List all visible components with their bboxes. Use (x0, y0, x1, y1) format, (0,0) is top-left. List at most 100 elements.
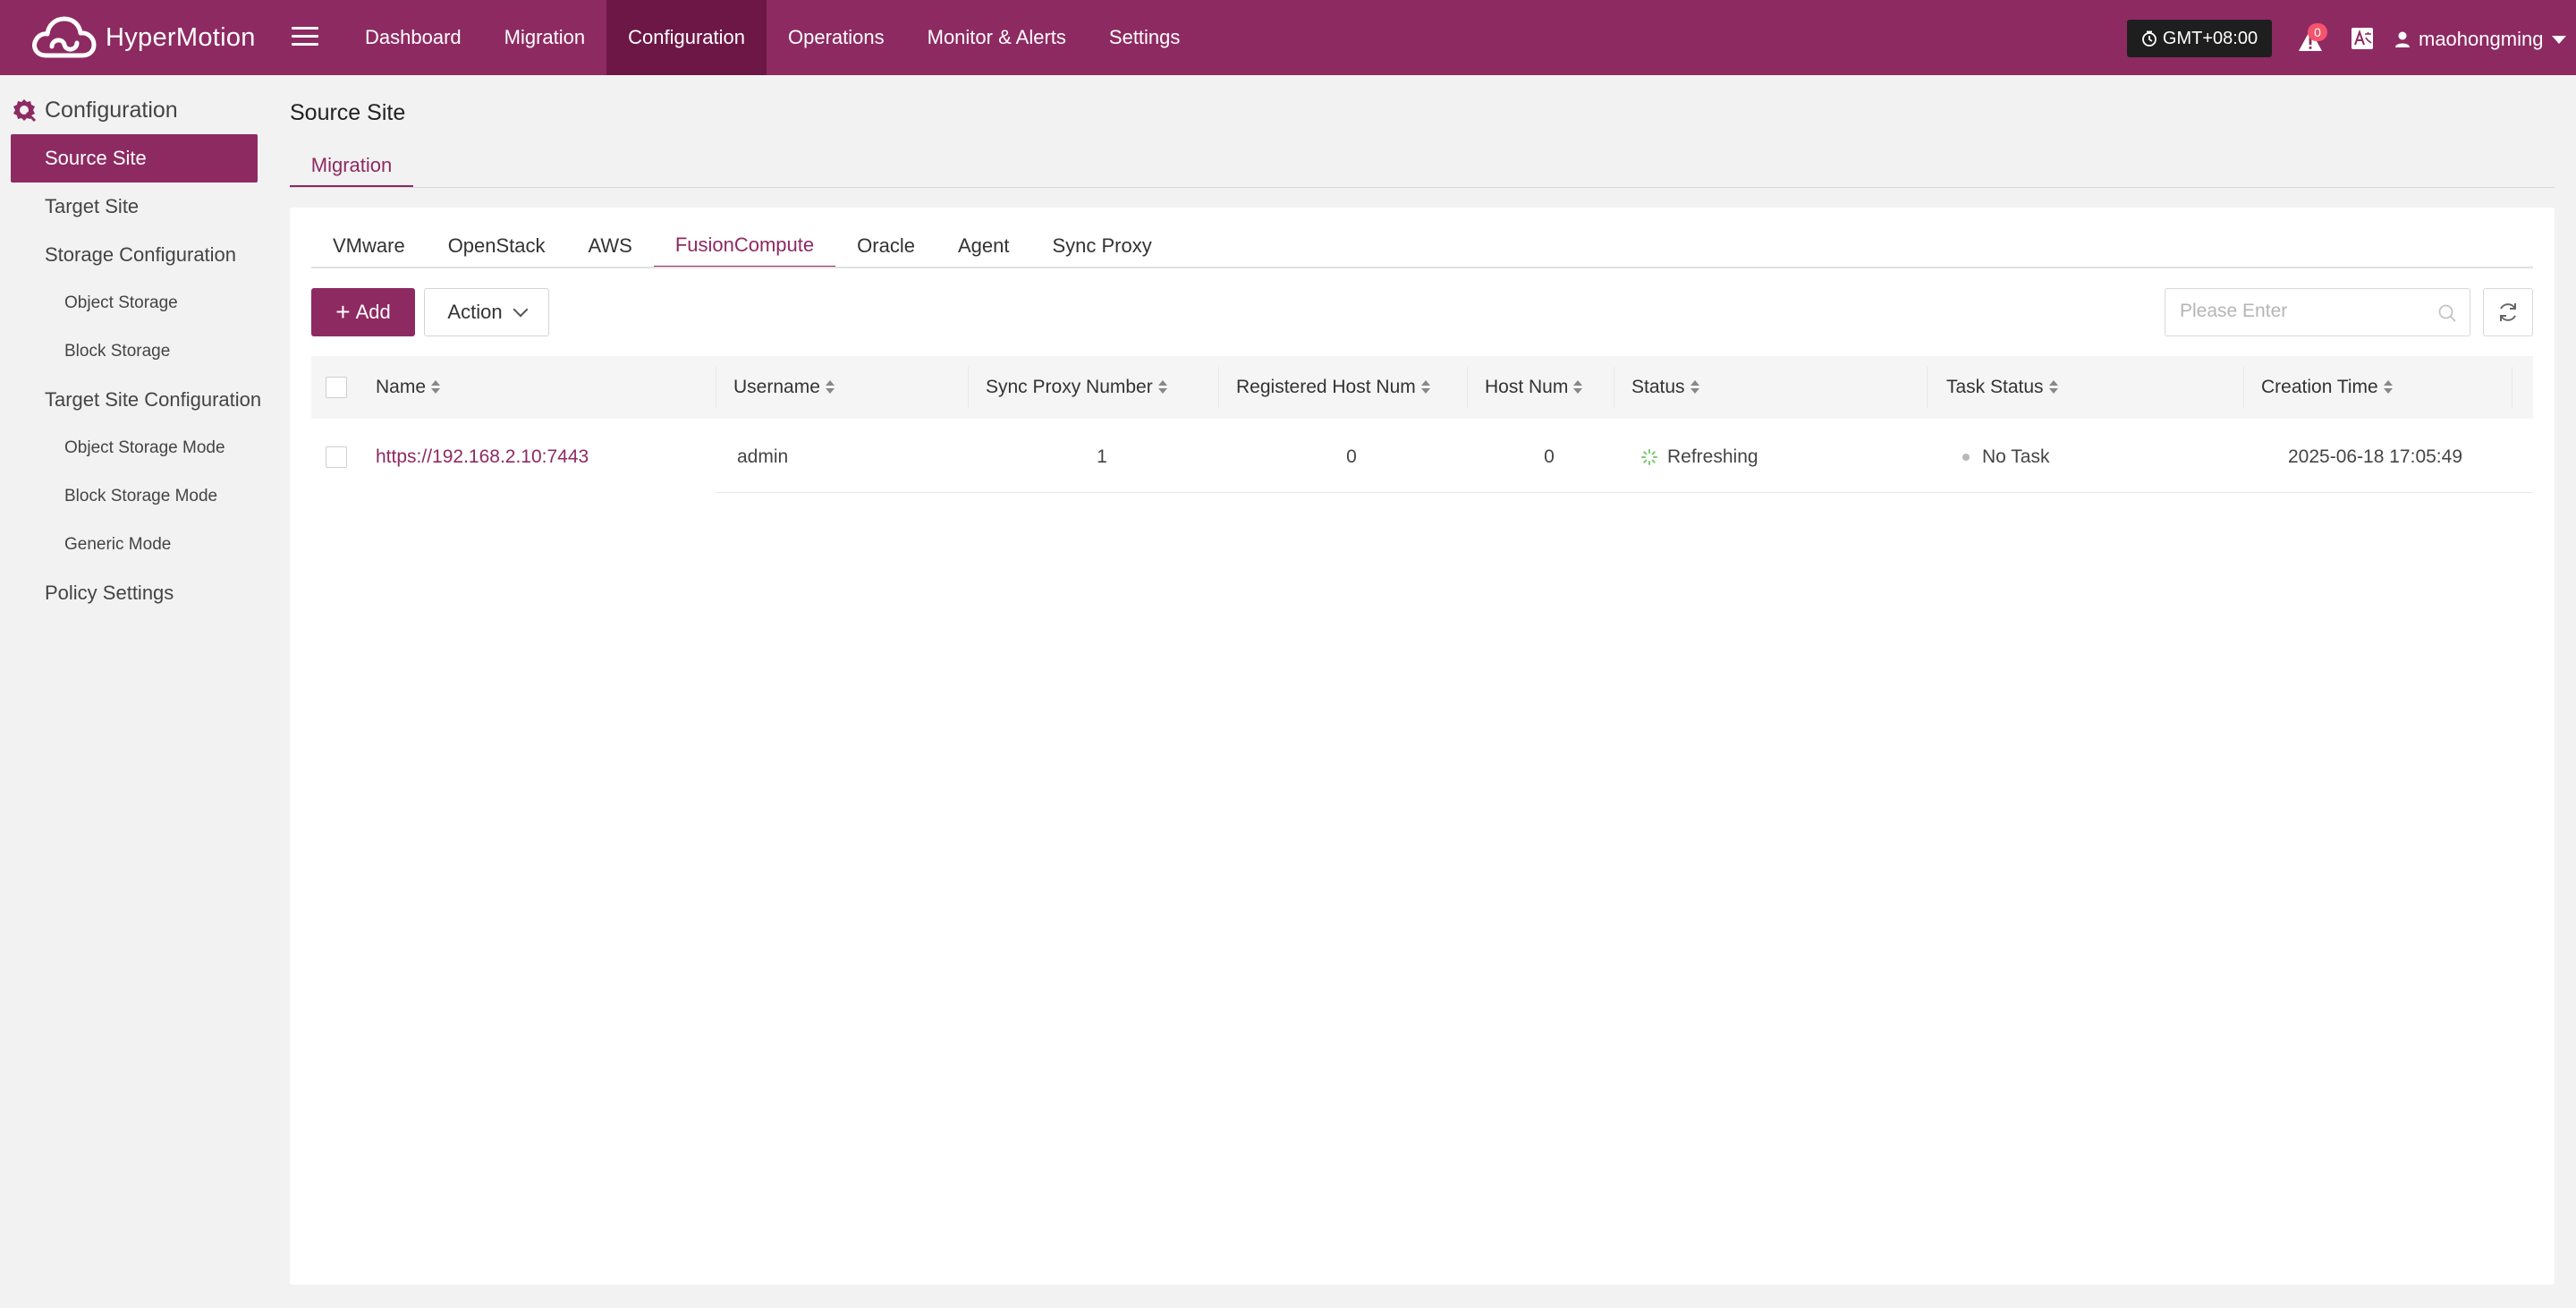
clock-icon (2142, 30, 2157, 47)
content-card: VMware OpenStack AWS FusionCompute Oracl… (290, 208, 2555, 1285)
sidebar-item-object-storage[interactable]: Object Storage (64, 279, 178, 327)
column-label: Task Status (1946, 377, 2044, 397)
search-box (2165, 288, 2470, 336)
cell-username: admin (737, 446, 789, 467)
language-icon[interactable] (2351, 27, 2374, 50)
cell-task-status: No Task (1962, 419, 2049, 496)
sidebar-item-target-site-configuration[interactable]: Target Site Configuration (45, 376, 261, 424)
tabs-divider (311, 267, 2533, 268)
loading-spinner-icon (1641, 449, 1657, 465)
cell-creation-time: 2025-06-18 17:05:49 (2288, 446, 2462, 467)
column-label: Sync Proxy Number (986, 377, 1153, 397)
column-label: Username (733, 377, 820, 397)
page-title: Source Site (290, 100, 406, 125)
timezone-label: GMT+08:00 (2162, 28, 2258, 48)
column-header-host-num[interactable]: Host Num (1485, 356, 1583, 419)
refresh-button[interactable] (2483, 288, 2533, 336)
chevron-down-icon (2552, 35, 2567, 44)
sidebar-item-object-storage-mode[interactable]: Object Storage Mode (64, 424, 225, 472)
search-input[interactable] (2180, 289, 2430, 334)
refresh-icon (2500, 303, 2516, 321)
sidebar-item-storage-configuration[interactable]: Storage Configuration (45, 231, 236, 279)
gear-icon (13, 99, 37, 123)
app-logo[interactable]: HyperMotion (29, 9, 256, 66)
timezone-button[interactable]: GMT+08:00 (2127, 20, 2272, 57)
tab-vmware[interactable]: VMware (311, 224, 427, 268)
select-all-checkbox[interactable] (326, 377, 347, 398)
sort-icon (1573, 380, 1583, 395)
nav-operations[interactable]: Operations (767, 0, 906, 75)
table-row: https://192.168.2.10:7443 admin 1 0 0 Re… (311, 419, 2533, 496)
cell-status: Refreshing (1640, 419, 1758, 496)
status-dot-icon (1962, 454, 1970, 461)
tab-aws[interactable]: AWS (567, 224, 654, 268)
column-divider (1218, 367, 1219, 408)
column-header-registered-host-num[interactable]: Registered Host Num (1236, 356, 1430, 419)
site-name-link[interactable]: https://192.168.2.10:7443 (376, 419, 589, 496)
sidebar-item-target-site[interactable]: Target Site (45, 183, 139, 231)
sidebar-header: Configuration (11, 97, 178, 123)
main-nav: Dashboard Migration Configuration Operat… (343, 0, 1201, 75)
sort-icon (431, 380, 441, 395)
nav-migration[interactable]: Migration (483, 0, 606, 75)
action-dropdown[interactable]: Action (424, 288, 549, 336)
sort-icon (1157, 380, 1167, 395)
tab-sync-proxy[interactable]: Sync Proxy (1030, 224, 1173, 268)
nav-dashboard[interactable]: Dashboard (343, 0, 483, 75)
platform-tabs: VMware OpenStack AWS FusionCompute Oracl… (311, 224, 1174, 268)
tab-oracle[interactable]: Oracle (835, 224, 936, 268)
add-button[interactable]: + Add (311, 288, 415, 336)
row-checkbox[interactable] (326, 446, 347, 468)
menu-toggle-icon[interactable] (292, 21, 318, 54)
tab-agent[interactable]: Agent (936, 224, 1031, 268)
cell-registered-host-num: 0 (1346, 446, 1357, 467)
nav-settings[interactable]: Settings (1088, 0, 1202, 75)
column-divider (1467, 367, 1468, 408)
cell-sync-proxy-number: 1 (1097, 446, 1107, 467)
sidebar-title: Configuration (45, 97, 178, 123)
plus-icon: + (335, 298, 351, 326)
action-dropdown-label: Action (447, 301, 503, 323)
column-divider (968, 367, 969, 408)
app-name: HyperMotion (106, 22, 256, 52)
source-site-table: Name Username Sync Proxy Number Register… (311, 356, 2533, 496)
username-label: maohongming (2419, 28, 2544, 50)
task-status-label: No Task (1982, 446, 2050, 467)
user-menu[interactable]: maohongming (2394, 21, 2567, 57)
sidebar-item-generic-mode[interactable]: Generic Mode (64, 521, 171, 569)
search-icon[interactable] (2437, 303, 2457, 323)
sidebar-item-block-storage[interactable]: Block Storage (64, 327, 170, 376)
top-navigation-bar: HyperMotion Dashboard Migration Configur… (0, 0, 2576, 75)
tab-openstack[interactable]: OpenStack (427, 224, 567, 268)
cell-host-num: 0 (1544, 446, 1555, 467)
column-label: Registered Host Num (1236, 377, 1416, 397)
column-header-creation-time[interactable]: Creation Time (2261, 356, 2393, 419)
tab-migration[interactable]: Migration (290, 145, 413, 188)
column-divider (2243, 367, 2244, 408)
column-label: Host Num (1485, 377, 1569, 397)
alert-count-badge: 0 (2308, 23, 2327, 41)
column-header-status[interactable]: Status (1631, 356, 1699, 419)
cloud-logo-icon (32, 16, 97, 58)
column-header-username[interactable]: Username (733, 356, 835, 419)
table-header: Name Username Sync Proxy Number Register… (311, 356, 2533, 419)
column-label: Name (376, 377, 427, 397)
chevron-down-icon (513, 302, 529, 318)
nav-configuration[interactable]: Configuration (606, 0, 767, 75)
column-header-sync-proxy-number[interactable]: Sync Proxy Number (986, 356, 1167, 419)
column-divider (1927, 367, 1928, 408)
nav-monitor-alerts[interactable]: Monitor & Alerts (906, 0, 1088, 75)
user-icon (2395, 31, 2410, 47)
sidebar-item-source-site[interactable]: Source Site (11, 134, 258, 183)
row-divider (716, 492, 2533, 493)
sort-icon (2048, 380, 2058, 395)
sort-icon (1690, 380, 1699, 395)
sort-icon (2383, 380, 2393, 395)
column-header-task-status[interactable]: Task Status (1946, 356, 2058, 419)
sidebar-item-policy-settings[interactable]: Policy Settings (45, 569, 174, 617)
sidebar-item-block-storage-mode[interactable]: Block Storage Mode (64, 472, 217, 521)
status-label: Refreshing (1667, 446, 1758, 467)
sort-icon (825, 380, 835, 395)
column-header-name[interactable]: Name (376, 356, 441, 419)
tab-fusioncompute[interactable]: FusionCompute (653, 224, 836, 268)
